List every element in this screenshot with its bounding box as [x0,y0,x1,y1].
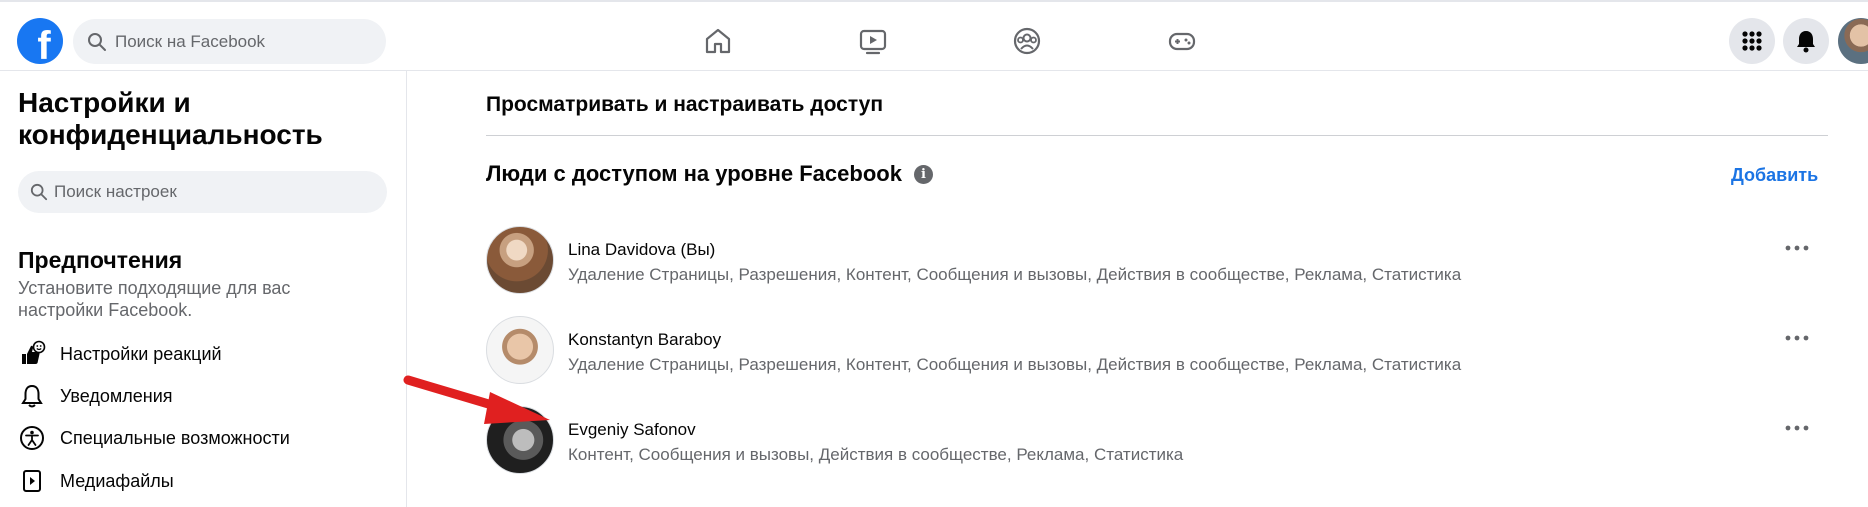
sidebar-item-label: Медиафайлы [60,470,174,491]
preferences-section-title: Предпочтения [18,247,183,273]
add-person-button[interactable]: Добавить [1731,165,1818,186]
list-item: Lina Davidova (Вы) Удаление Страницы, Ра… [486,226,1836,296]
sidebar-item-reactions[interactable]: Настройки реакций [18,335,388,373]
more-options-icon[interactable] [1782,242,1812,254]
search-placeholder: Поиск на Facebook [115,31,266,51]
settings-search-placeholder: Поиск настроек [54,182,177,201]
sidebar-item-media[interactable]: Медиафайлы [18,462,388,500]
menu-grid-button[interactable] [1729,18,1775,64]
section-title: Люди с доступом на уровне Facebook i [486,161,933,187]
home-icon[interactable] [703,26,733,56]
watch-icon[interactable] [858,26,888,56]
page-title: Просматривать и настраивать доступ [486,93,884,116]
person-name[interactable]: Lina Davidova (Вы) [568,240,715,260]
sidebar-item-label: Настройки реакций [60,343,222,364]
accessibility-icon [18,424,46,452]
media-icon [18,467,46,495]
menu-grid-icon [1742,31,1762,51]
divider [486,135,1828,136]
notifications-bell-icon [1797,31,1815,53]
annotation-arrow-icon [403,375,550,424]
groups-icon[interactable] [1012,26,1042,56]
person-name[interactable]: Konstantyn Baraboy [568,330,721,350]
search-icon [88,32,106,51]
person-name[interactable]: Evgeniy Safonov [568,420,696,440]
facebook-search-input[interactable]: Поиск на Facebook [73,19,386,64]
top-navigation-bar: f Поиск на Facebook [0,0,1868,71]
list-item: Konstantyn Baraboy Удаление Страницы, Ра… [486,316,1836,386]
profile-avatar[interactable] [1838,18,1868,64]
sidebar-item-notifications[interactable]: Уведомления [18,377,388,415]
preferences-section-description: Установите подходящие для вас настройки … [18,278,291,320]
sidebar-item-label: Специальные возможности [60,427,290,448]
sidebar-item-accessibility[interactable]: Специальные возможности [18,419,388,457]
avatar[interactable] [486,226,554,294]
settings-search-input[interactable]: Поиск настроек [18,171,387,213]
section-title-text: Люди с доступом на уровне Facebook [486,161,902,186]
settings-sidebar: Настройки и конфиденциальность Поиск нас… [0,71,407,507]
person-permissions: Контент, Сообщения и вызовы, Действия в … [568,445,1184,464]
info-icon[interactable]: i [913,164,933,184]
access-settings-main: Просматривать и настраивать доступ Люди … [408,71,1868,507]
gaming-icon[interactable] [1167,26,1197,56]
more-options-icon[interactable] [1782,332,1812,344]
search-icon [30,183,48,201]
person-permissions: Удаление Страницы, Разрешения, Контент, … [568,355,1462,374]
more-options-icon[interactable] [1782,422,1812,434]
notifications-button[interactable] [1783,18,1829,64]
sidebar-title: Настройки и конфиденциальность [18,87,323,150]
reactions-icon [18,340,46,368]
bell-icon [18,382,46,410]
sidebar-item-label: Уведомления [60,385,173,406]
list-item: Evgeniy Safonov Контент, Сообщения и выз… [486,406,1836,476]
person-permissions: Удаление Страницы, Разрешения, Контент, … [568,265,1462,284]
facebook-logo[interactable]: f [17,18,63,64]
